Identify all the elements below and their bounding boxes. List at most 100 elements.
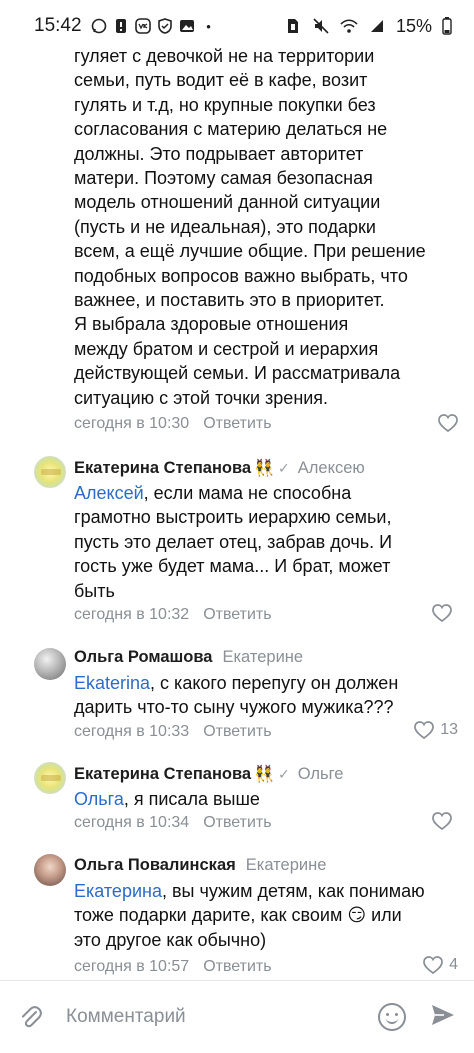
mention-link[interactable]: Ekaterina (74, 673, 150, 693)
verified-check-icon: ✓ (278, 459, 290, 476)
comment-composer (0, 980, 474, 1053)
reply-button[interactable]: Ответить (203, 814, 271, 832)
verified-check-icon: ✓ (278, 765, 290, 782)
comment-input[interactable] (66, 1006, 378, 1028)
whatsapp-icon (90, 17, 108, 35)
notification-icon (112, 17, 130, 35)
comment-line: важнее, и поставить это в приоритет. (74, 290, 385, 311)
paperclip-icon[interactable] (18, 1004, 44, 1030)
avatar[interactable] (34, 854, 66, 886)
comment-meta: сегодня в 10:34 Ответить (74, 814, 272, 832)
dot-icon: • (206, 18, 211, 34)
comment-text-continued: гуляет с девочкой не на территории семьи… (74, 44, 464, 410)
smile-icon[interactable] (378, 1003, 406, 1031)
comment-line: матери. Поэтому самая безопасная (74, 168, 373, 189)
reply-button[interactable]: Ответить (203, 958, 271, 976)
comment-time: сегодня в 10:32 (74, 606, 190, 623)
heart-icon (414, 721, 435, 739)
comment-line: согласования с материю делаться не (74, 119, 388, 140)
comment-text: Ekaterina, с какого перепугу он должен д… (74, 671, 454, 720)
comment-line: , вы чужим детям, как понимаю (161, 881, 425, 901)
comment-line: подобных вопросов важно выбрать, что (74, 265, 408, 286)
sim-icon (284, 17, 302, 35)
reply-target[interactable]: Екатерине (222, 648, 303, 667)
comment-text: Алексей, если мама не способна грамотно … (74, 481, 454, 603)
like-button[interactable] (438, 414, 458, 432)
comment-author[interactable]: Ольга Ромашова (74, 648, 212, 667)
comment-author[interactable]: Екатерина Степанова (74, 459, 251, 478)
comment-line: , я писала выше (123, 789, 260, 809)
comment-meta: сегодня в 10:32 Ответить (74, 606, 272, 624)
comment-time: сегодня в 10:34 (74, 814, 190, 831)
comment-line: дарить что-то сыну чужого мужика??? (74, 697, 394, 718)
avatar[interactable] (34, 762, 66, 794)
comment-time: сегодня в 10:57 (74, 958, 190, 975)
status-time: 15:42 (34, 15, 82, 36)
reply-button[interactable]: Ответить (203, 723, 271, 741)
avatar[interactable] (34, 456, 66, 488)
like-button[interactable]: 13 (414, 721, 458, 739)
avatar[interactable] (34, 648, 66, 680)
comment-line: гулять и т.д, но крупные покупки без (74, 94, 376, 115)
comment-header: Екатерина Степанова 👯 ✓ Ольге (74, 764, 343, 784)
comment-meta: сегодня в 10:33 Ответить (74, 723, 272, 741)
like-count: 4 (449, 956, 458, 973)
mention-link[interactable]: Алексей (74, 483, 144, 503)
comment-line: действующей семьи. И рассматривала (74, 363, 401, 384)
comment-line: грамотно выстроить иерархию семьи, (74, 507, 392, 528)
comment-line: тоже подарки дарите, как своим 😏 или (74, 905, 402, 926)
vk-icon (134, 17, 152, 35)
comment-line: ситуацию с этой точки зрения. (74, 387, 329, 408)
comment-author[interactable]: Ольга Повалинская (74, 856, 236, 875)
comment-line: между братом и сестрой и иерархия (74, 338, 379, 359)
comment-meta: сегодня в 10:57 Ответить (74, 958, 272, 976)
heart-icon (432, 604, 452, 622)
comment-header: Ольга Повалинская Екатерине (74, 856, 326, 875)
comment-text: Екатерина, вы чужим детям, как понимаю т… (74, 879, 454, 952)
comment-line: должны. Это подрывает авторитет (74, 143, 364, 164)
like-button[interactable]: 4 (423, 956, 458, 974)
reply-target[interactable]: Екатерине (246, 856, 327, 875)
comment-line: модель отношений данной ситуации (74, 192, 381, 213)
comments-feed[interactable]: гуляет с девочкой не на территории семьи… (0, 40, 474, 980)
comment-time: сегодня в 10:33 (74, 723, 190, 740)
reply-button[interactable]: Ответить (203, 606, 271, 624)
reply-target[interactable]: Алексею (298, 459, 365, 478)
comment-time: сегодня в 10:30 (74, 415, 190, 432)
shield-icon (156, 17, 174, 35)
comment-line: быть (74, 580, 115, 601)
author-badge: 👯 (254, 460, 274, 477)
comment-line: , с какого перепугу он должен (150, 673, 399, 693)
comment-line: гость уже будет мама... И брат, может (74, 556, 391, 577)
heart-icon (423, 956, 443, 974)
signal-icon (368, 17, 386, 35)
comment-line: это другое как обычно) (74, 929, 267, 950)
send-icon[interactable] (430, 1003, 456, 1032)
mute-icon (312, 17, 330, 35)
comment-line: пусть это делает отец, забрав дочь. И (74, 531, 393, 552)
heart-icon (438, 414, 458, 432)
comment-line: всем, а ещё лучшие общие. При решение (74, 241, 426, 262)
reply-button[interactable]: Ответить (203, 415, 271, 433)
comment-meta: сегодня в 10:30 Ответить (74, 415, 272, 433)
comment-line: семьи, путь водит её в кафе, возит (74, 70, 368, 91)
heart-icon (432, 812, 452, 830)
reply-target[interactable]: Ольге (298, 765, 344, 784)
battery-icon (438, 17, 456, 35)
comment-header: Екатерина Степанова 👯 ✓ Алексею (74, 458, 365, 478)
mention-link[interactable]: Ольга (74, 789, 124, 809)
author-badge: 👯 (254, 766, 274, 783)
comment-line: (пусть и не идеальная), это подарки (74, 216, 376, 237)
comment-line: гуляет с девочкой не на территории (74, 46, 375, 66)
comment-author[interactable]: Екатерина Степанова (74, 765, 251, 784)
like-button[interactable] (432, 812, 458, 830)
comment-line: , если мама не способна (143, 483, 352, 503)
mention-link[interactable]: Екатерина (74, 881, 162, 901)
wifi-icon (340, 17, 358, 35)
comment-text: Ольга, я писала выше (74, 787, 454, 811)
like-count: 13 (440, 721, 458, 738)
comment-line: Я выбрала здоровые отношения (74, 314, 349, 335)
like-button[interactable] (432, 604, 458, 622)
comment-header: Ольга Ромашова Екатерине (74, 648, 303, 667)
gallery-icon (178, 17, 196, 35)
